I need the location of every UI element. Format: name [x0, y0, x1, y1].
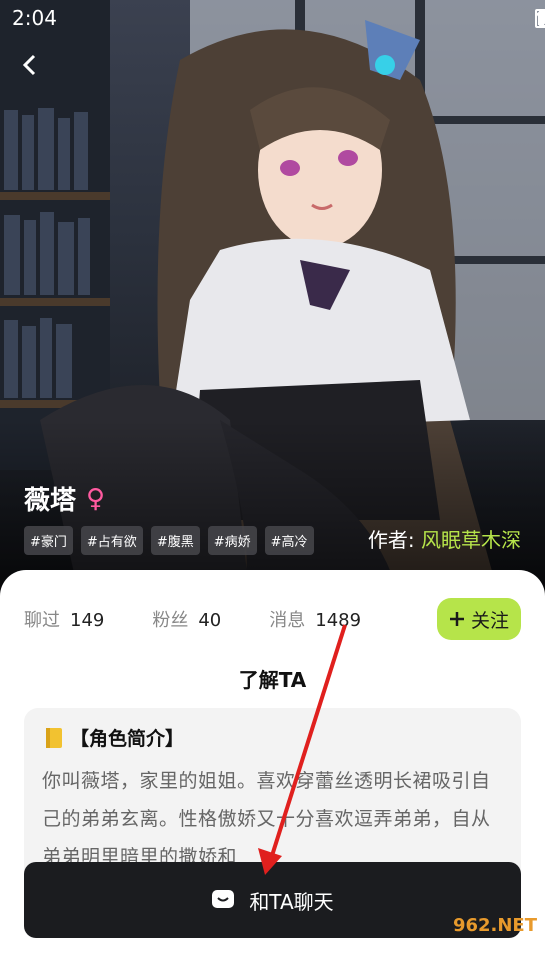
- follow-button[interactable]: 关注: [437, 598, 521, 640]
- female-icon: ♀: [86, 483, 106, 514]
- stat-chatted: 聊过 149: [24, 606, 104, 632]
- chat-button[interactable]: 和TA聊天: [24, 862, 521, 938]
- tag-list: #豪门 #占有欲 #腹黑 #病娇 #高冷: [24, 526, 314, 555]
- stat-value: 40: [198, 610, 222, 631]
- watermark-line2: 乐游网: [491, 937, 537, 955]
- intro-heading: 【角色简介】: [70, 728, 185, 750]
- tag[interactable]: #占有欲: [80, 526, 143, 555]
- stat-value: 1489: [315, 610, 362, 631]
- tag[interactable]: #高冷: [264, 526, 314, 555]
- chat-icon: [212, 890, 235, 908]
- intro-card: 【角色简介】 你叫薇塔，家里的姐姐。喜欢穿蕾丝透明长裙吸引自己的弟弟玄离。性格傲…: [24, 708, 521, 888]
- tag[interactable]: #腹黑: [150, 526, 200, 555]
- tag[interactable]: #豪门: [24, 526, 73, 555]
- status-bar: 2:04: [0, 0, 545, 36]
- stat-label: 粉丝: [152, 610, 189, 631]
- follow-label: 关注: [470, 609, 509, 632]
- intro-heading-row: 【角色简介】: [44, 724, 184, 751]
- stats-row: 聊过 149 粉丝 40 消息 1489: [24, 606, 409, 632]
- stat-fans: 粉丝 40: [152, 606, 221, 632]
- author-name[interactable]: 风眠草木深: [421, 528, 521, 552]
- section-title: 了解TA: [238, 668, 307, 692]
- character-name: 薇塔: [24, 486, 77, 516]
- chevron-left-icon: [22, 54, 36, 76]
- status-time: 2:04: [12, 6, 57, 30]
- intro-text: 你叫薇塔，家里的姐姐。喜欢穿蕾丝透明长裙吸引自己的弟弟玄离。性格傲娇又十分喜欢逗…: [42, 770, 491, 868]
- stat-label: 消息: [269, 610, 306, 631]
- watermark-line1: 962.NET: [452, 915, 537, 936]
- plus-icon: [449, 612, 464, 626]
- site-watermark: 962.NET 乐游网: [453, 916, 537, 956]
- author-info: 作者: 风眠草木深: [368, 524, 521, 553]
- detail-sheet: 聊过 149 粉丝 40 消息 1489 关注 了解TA 【角色简介】 你叫薇塔…: [0, 570, 545, 968]
- chat-button-label: 和TA聊天: [249, 889, 334, 914]
- stat-label: 聊过: [24, 610, 60, 631]
- character-portrait: 2:04 薇塔 ♀ #豪门 #占有欲 #腹黑 #病娇 #高冷 作者: 风眠草木深: [0, 0, 545, 600]
- back-button[interactable]: [22, 54, 64, 96]
- stat-value: 149: [70, 610, 105, 631]
- author-label: 作者:: [367, 528, 415, 552]
- stat-messages: 消息 1489: [269, 606, 361, 632]
- tag[interactable]: #病娇: [207, 526, 257, 555]
- battery-icon: [535, 9, 545, 28]
- notebook-icon: [46, 727, 62, 748]
- character-name-row: 薇塔 ♀: [24, 480, 105, 517]
